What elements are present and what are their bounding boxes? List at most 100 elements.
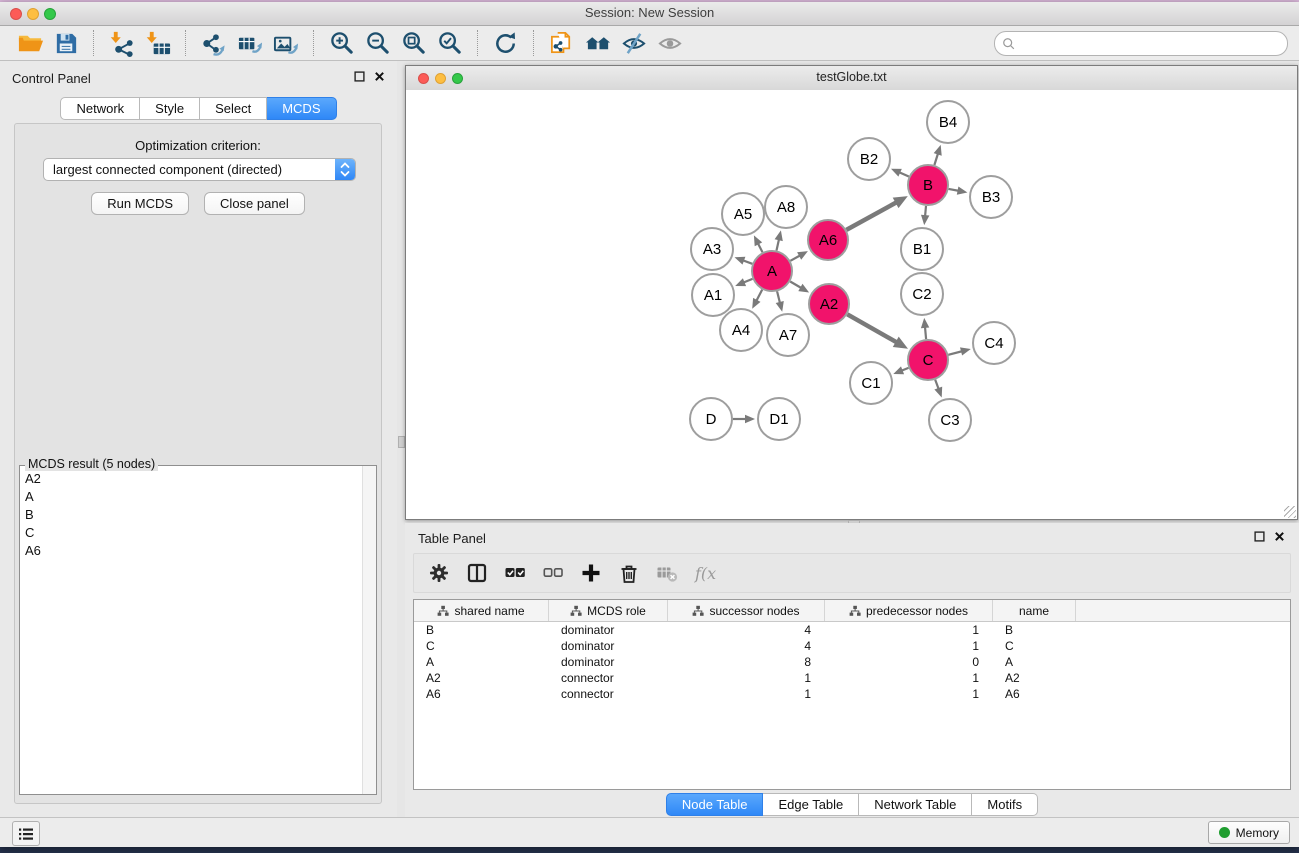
tab-network-table[interactable]: Network Table — [859, 793, 972, 816]
import-table-from-file-button[interactable] — [140, 28, 176, 58]
deselect-all-rows-button[interactable] — [538, 558, 568, 588]
app-titlebar[interactable]: Session: New Session — [0, 2, 1299, 26]
network-window-titlebar[interactable]: testGlobe.txt — [406, 66, 1297, 91]
close-table-panel-icon[interactable] — [1274, 531, 1285, 542]
table-cell[interactable]: dominator — [549, 622, 668, 638]
result-list-item[interactable]: C — [20, 523, 362, 541]
column-header-shared-name[interactable]: shared name — [414, 600, 549, 621]
graph-node-D[interactable]: D — [690, 398, 732, 440]
save-session-button[interactable] — [48, 28, 84, 58]
graph-node-A4[interactable]: A4 — [720, 309, 762, 351]
refresh-view-button[interactable] — [488, 28, 524, 58]
table-cell[interactable]: 1 — [825, 638, 993, 654]
tab-network[interactable]: Network — [60, 97, 140, 120]
table-cell[interactable]: 1 — [668, 686, 825, 702]
table-cell[interactable]: 4 — [668, 638, 825, 654]
float-panel-icon[interactable] — [354, 71, 365, 82]
zoom-in-button[interactable] — [324, 28, 360, 58]
close-panel-button[interactable]: Close panel — [204, 192, 305, 215]
network-resize-grip[interactable] — [1284, 506, 1296, 518]
table-cell[interactable]: A2 — [414, 670, 549, 686]
table-cell[interactable]: A — [993, 654, 1076, 670]
edge-A-to-A4[interactable] — [756, 290, 762, 302]
table-cell[interactable]: dominator — [549, 654, 668, 670]
tab-motifs[interactable]: Motifs — [972, 793, 1038, 816]
tab-select[interactable]: Select — [200, 97, 267, 120]
table-cell[interactable]: C — [993, 638, 1076, 654]
table-cell[interactable]: B — [414, 622, 549, 638]
vertical-splitter[interactable] — [397, 61, 405, 818]
delete-column-button[interactable] — [614, 558, 644, 588]
table-cell[interactable]: 8 — [668, 654, 825, 670]
graph-node-C[interactable]: C — [908, 340, 948, 380]
memory-button[interactable]: Memory — [1208, 821, 1290, 844]
search-input[interactable] — [1020, 34, 1287, 54]
edge-A2-to-C[interactable] — [847, 314, 897, 343]
table-cell[interactable]: 1 — [825, 622, 993, 638]
search-field[interactable] — [994, 31, 1288, 56]
export-table-button[interactable] — [232, 28, 268, 58]
new-network-from-selection-button[interactable] — [544, 28, 580, 58]
zoom-selected-button[interactable] — [432, 28, 468, 58]
close-panel-icon[interactable] — [374, 71, 385, 82]
table-cell[interactable]: connector — [549, 670, 668, 686]
table-cell[interactable]: B — [993, 622, 1076, 638]
result-list-item[interactable]: B — [20, 505, 362, 523]
open-file-button[interactable] — [12, 28, 48, 58]
float-table-panel-icon[interactable] — [1254, 531, 1265, 542]
table-cell[interactable]: 0 — [825, 654, 993, 670]
edge-C-to-C2[interactable] — [925, 326, 926, 339]
graph-node-B[interactable]: B — [908, 165, 948, 205]
zoom-out-button[interactable] — [360, 28, 396, 58]
table-cell[interactable]: 1 — [668, 670, 825, 686]
table-row[interactable]: Bdominator41B — [414, 622, 1290, 638]
run-mcds-button[interactable]: Run MCDS — [91, 192, 189, 215]
graph-node-D1[interactable]: D1 — [758, 398, 800, 440]
network-canvas[interactable]: B4B2BB3A8A5A6A3B1AA1C2A2A4A7C4CC1C3DD1 — [406, 90, 1297, 519]
table-cell[interactable]: 4 — [668, 622, 825, 638]
result-list-item[interactable]: A6 — [20, 541, 362, 559]
splitter-grip[interactable] — [398, 436, 405, 448]
graph-node-B4[interactable]: B4 — [927, 101, 969, 143]
column-header-successor-nodes[interactable]: successor nodes — [668, 600, 825, 621]
export-network-button[interactable] — [196, 28, 232, 58]
table-row[interactable]: A6connector11A6 — [414, 686, 1290, 702]
criterion-select[interactable]: largest connected component (directed) — [43, 158, 356, 181]
graph-node-B2[interactable]: B2 — [848, 138, 890, 180]
table-cell[interactable]: 1 — [825, 686, 993, 702]
graph-node-A1[interactable]: A1 — [692, 274, 734, 316]
table-cell[interactable]: 1 — [825, 670, 993, 686]
graph-node-C3[interactable]: C3 — [929, 399, 971, 441]
table-cell[interactable]: dominator — [549, 638, 668, 654]
first-neighbors-button[interactable] — [580, 28, 616, 58]
graph-node-C2[interactable]: C2 — [901, 273, 943, 315]
select-all-rows-button[interactable] — [500, 558, 530, 588]
tab-style[interactable]: Style — [140, 97, 200, 120]
table-cell[interactable]: C — [414, 638, 549, 654]
edge-C-to-C4[interactable] — [948, 351, 963, 355]
table-cell[interactable]: A2 — [993, 670, 1076, 686]
result-list-item[interactable]: A — [20, 487, 362, 505]
graph-node-B1[interactable]: B1 — [901, 228, 943, 270]
table-cell[interactable]: A6 — [993, 686, 1076, 702]
graph-node-A5[interactable]: A5 — [722, 193, 764, 235]
table-row[interactable]: Adominator80A — [414, 654, 1290, 670]
table-settings-button[interactable] — [424, 558, 454, 588]
graph-node-A[interactable]: A — [752, 251, 792, 291]
graph-node-C4[interactable]: C4 — [973, 322, 1015, 364]
add-column-button[interactable] — [576, 558, 606, 588]
graph-node-A3[interactable]: A3 — [691, 228, 733, 270]
hide-selected-button[interactable] — [616, 28, 652, 58]
column-header-name[interactable]: name — [993, 600, 1076, 621]
graph-node-A6[interactable]: A6 — [808, 220, 848, 260]
table-cell[interactable]: A — [414, 654, 549, 670]
graph-node-B3[interactable]: B3 — [970, 176, 1012, 218]
task-history-button[interactable] — [12, 821, 40, 846]
graph-node-A2[interactable]: A2 — [809, 284, 849, 324]
import-network-from-file-button[interactable] — [104, 28, 140, 58]
table-cell[interactable]: A6 — [414, 686, 549, 702]
result-list-item[interactable]: A2 — [20, 469, 362, 487]
column-header-MCDS-role[interactable]: MCDS role — [549, 600, 668, 621]
result-scrollbar[interactable] — [362, 466, 376, 794]
graph-node-C1[interactable]: C1 — [850, 362, 892, 404]
